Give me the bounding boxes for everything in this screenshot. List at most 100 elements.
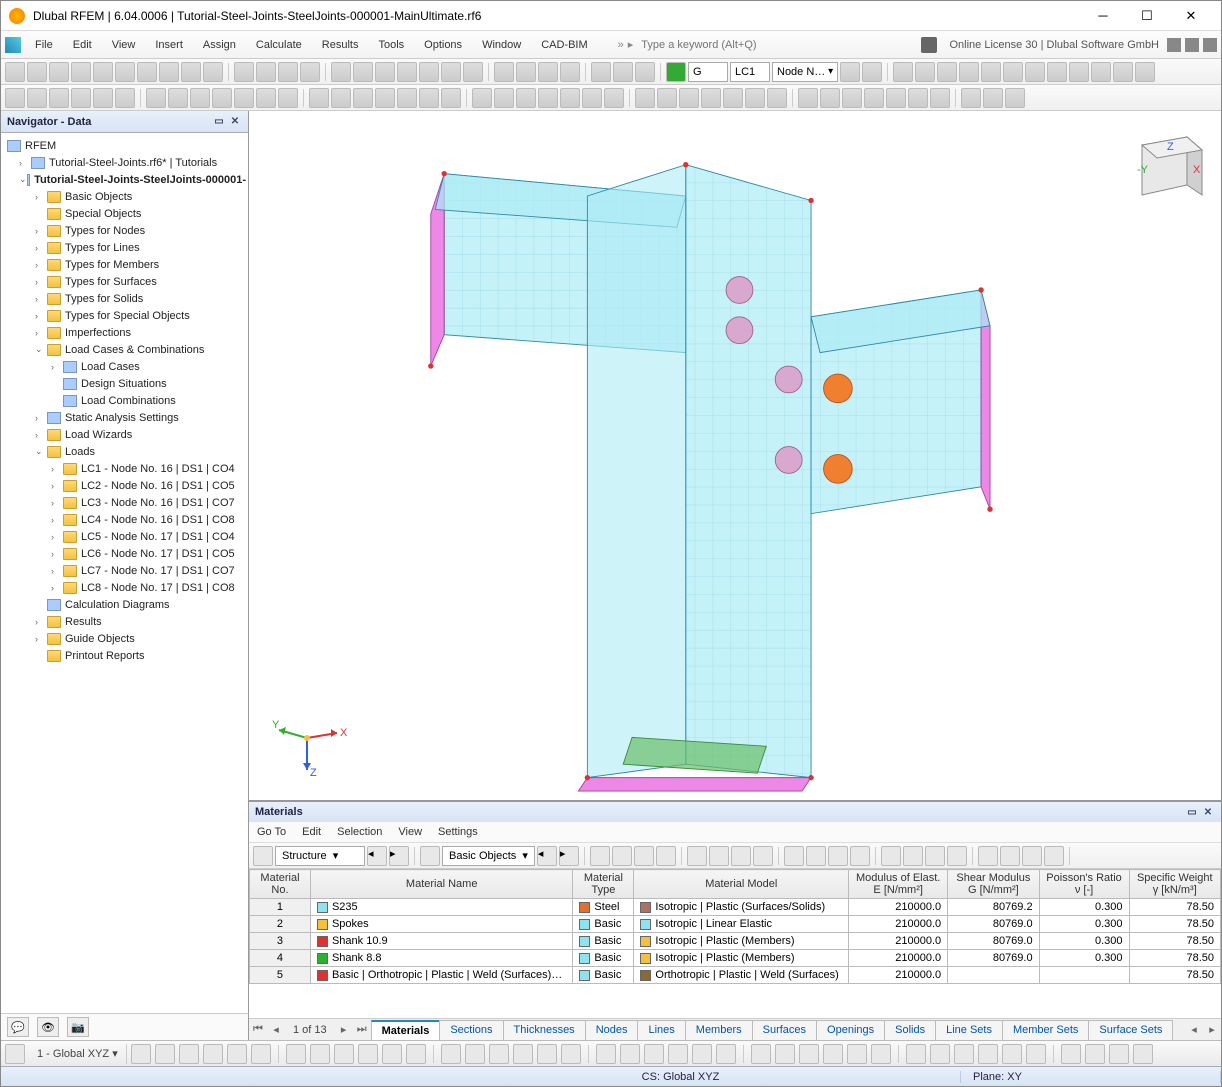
3d-viewport[interactable]: X Y Z X -Y Z [249,111,1221,800]
tool-icon[interactable] [751,1044,771,1064]
tree-root[interactable]: RFEM [3,137,246,154]
menu-calculate[interactable]: Calculate [246,35,312,55]
tool-icon[interactable] [709,846,729,866]
tree-item[interactable]: ›LC8 - Node No. 17 | DS1 | CO8 [3,579,246,596]
close-child-icon[interactable] [1203,38,1217,52]
tool-icon[interactable] [692,1044,712,1064]
mat-menu-settings[interactable]: Settings [438,826,478,838]
structure-select[interactable]: Structure ▾ [275,846,365,866]
tool-icon[interactable] [635,62,655,82]
tool-icon[interactable] [591,62,611,82]
tool-icon[interactable] [893,62,913,82]
tool-icon[interactable] [538,88,558,108]
tool-icon[interactable] [1069,62,1089,82]
first-page-icon[interactable]: ⏮ [249,1023,267,1036]
tool-icon[interactable] [406,1044,426,1064]
tool-icon[interactable] [203,1044,223,1064]
tool-icon[interactable] [1047,62,1067,82]
menu-app-icon[interactable] [5,37,21,53]
tool-icon[interactable] [784,846,804,866]
mat-menu-edit[interactable]: Edit [302,826,321,838]
prev-page-icon[interactable]: ◂ [267,1023,285,1036]
tool-icon[interactable] [256,88,276,108]
tool-icon[interactable] [375,88,395,108]
tool-icon[interactable] [981,62,1001,82]
tool-icon[interactable] [278,62,298,82]
menu-assign[interactable]: Assign [193,35,246,55]
tab-lines[interactable]: Lines [637,1020,685,1040]
tool-icon[interactable] [203,62,223,82]
minimize-button[interactable]: ─ [1081,1,1125,31]
tool-icon[interactable] [1044,846,1064,866]
tree-item[interactable]: ›Static Analysis Settings [3,409,246,426]
tool-icon[interactable] [1109,1044,1129,1064]
tree-item[interactable]: Calculation Diagrams [3,596,246,613]
tab-member-sets[interactable]: Member Sets [1002,1020,1089,1040]
tree-item[interactable]: ›LC3 - Node No. 16 | DS1 | CO7 [3,494,246,511]
tool-icon[interactable] [159,62,179,82]
next-icon[interactable] [862,62,882,82]
tool-icon[interactable] [847,1044,867,1064]
scroll-right-icon[interactable]: ▸ [1203,1023,1221,1036]
tree-item[interactable]: ›Load Wizards [3,426,246,443]
tab-sections[interactable]: Sections [439,1020,503,1040]
loadcase-select[interactable]: LC1 [730,62,770,82]
tool-icon[interactable] [382,1044,402,1064]
menu-tools[interactable]: Tools [368,35,414,55]
tool-icon[interactable] [1061,1044,1081,1064]
tool-icon[interactable] [687,846,707,866]
tool-icon[interactable] [353,62,373,82]
tool-icon[interactable] [227,1044,247,1064]
tree-item[interactable]: ⌄Loads [3,443,246,460]
tool-icon[interactable] [947,846,967,866]
tool-icon[interactable] [179,1044,199,1064]
coord-system-select[interactable]: 1 - Global XYZ ▾ [29,1044,127,1064]
tool-icon[interactable] [1025,62,1045,82]
tool-icon[interactable] [513,1044,533,1064]
restore-child-icon[interactable] [1185,38,1199,52]
tool-icon[interactable] [155,1044,175,1064]
tool-icon[interactable] [516,88,536,108]
tool-icon[interactable] [961,88,981,108]
tab-solids[interactable]: Solids [884,1020,936,1040]
tool-icon[interactable] [930,88,950,108]
tool-icon[interactable] [930,1044,950,1064]
tree-item[interactable]: ›Types for Special Objects [3,307,246,324]
tool-icon[interactable] [441,62,461,82]
tool-icon[interactable] [560,88,580,108]
tool-icon[interactable] [310,1044,330,1064]
tool-icon[interactable] [93,88,113,108]
tool-icon[interactable] [256,62,276,82]
tree-item[interactable]: Design Situations [3,375,246,392]
tool-icon[interactable] [767,88,787,108]
tool-icon[interactable] [775,1044,795,1064]
tree-item[interactable]: ›LC1 - Node No. 16 | DS1 | CO4 [3,460,246,477]
tool-icon[interactable] [716,1044,736,1064]
tool-icon[interactable] [472,88,492,108]
tool-icon[interactable] [49,62,69,82]
tool-icon[interactable] [234,62,254,82]
tool-icon[interactable] [723,88,743,108]
tool-icon[interactable] [494,88,514,108]
tool-icon[interactable] [799,1044,819,1064]
undock-icon[interactable]: ▭ [1185,805,1199,819]
action-cat-icon[interactable] [666,62,686,82]
tool-icon[interactable] [93,62,113,82]
tool-icon[interactable] [590,846,610,866]
tool-icon[interactable] [828,846,848,866]
tool-icon[interactable] [463,62,483,82]
menu-options[interactable]: Options [414,35,472,55]
tool-icon[interactable] [798,88,818,108]
tool-icon[interactable] [1002,1044,1022,1064]
tool-icon[interactable] [397,88,417,108]
tool-icon[interactable] [620,1044,640,1064]
tool-icon[interactable] [27,88,47,108]
tool-icon[interactable] [937,62,957,82]
tool-icon[interactable] [212,88,232,108]
tool-icon[interactable] [234,88,254,108]
next-icon[interactable]: ▸ [559,846,579,866]
tree-item[interactable]: ⌄Load Cases & Combinations [3,341,246,358]
tree-item[interactable]: ›LC6 - Node No. 17 | DS1 | CO5 [3,545,246,562]
menu-insert[interactable]: Insert [145,35,193,55]
tool-icon[interactable] [561,1044,581,1064]
